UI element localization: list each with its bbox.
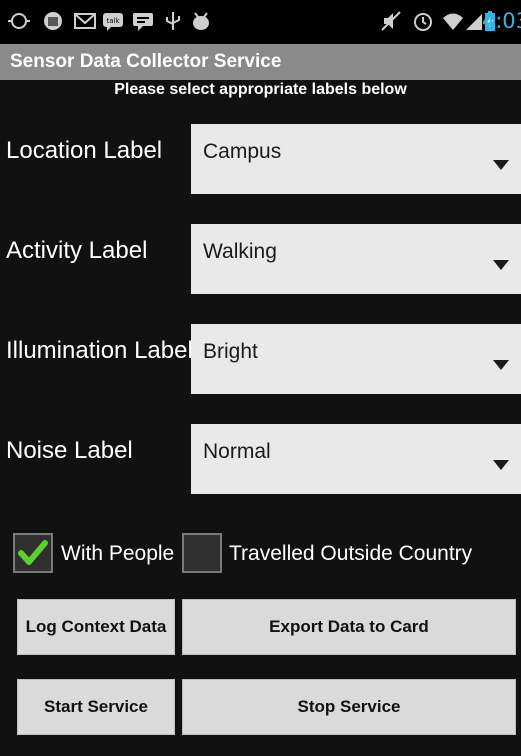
export-data-to-card-button[interactable]: Export Data to Card [182, 599, 516, 655]
svg-text:talk: talk [106, 17, 120, 25]
activity-spinner[interactable]: Walking [191, 224, 521, 294]
gmail-icon [74, 13, 96, 29]
illumination-spinner-value: Bright [203, 340, 258, 363]
alarm-icon [414, 13, 432, 31]
app-screen: talk 4:0 Sensor Data Collector Service P… [0, 0, 521, 756]
illumination-spinner[interactable]: Bright [191, 324, 521, 394]
illumination-label: Illumination Label [6, 337, 193, 364]
instruction-text: Please select appropriate labels below [114, 81, 407, 98]
travelled-outside-country-checkbox[interactable] [182, 533, 222, 573]
talk-icon: talk [103, 13, 123, 31]
wifi-icon [443, 13, 463, 30]
activity-spinner-value: Walking [203, 240, 277, 263]
checkmark-icon [18, 540, 48, 565]
travelled-outside-country-label: Travelled Outside Country [229, 542, 473, 565]
mute-icon [381, 11, 401, 31]
with-people-checkbox[interactable] [13, 533, 53, 573]
app-icon [44, 12, 62, 30]
noise-spinner[interactable]: Normal [191, 424, 521, 494]
dropdown-arrow-icon [493, 260, 509, 270]
log-context-data-button[interactable]: Log Context Data [17, 599, 175, 655]
status-clock: 4:03 [481, 9, 521, 33]
sync-icon [8, 13, 30, 29]
location-label: Location Label [6, 137, 163, 164]
start-service-button[interactable]: Start Service [17, 679, 175, 735]
dropdown-arrow-icon [493, 160, 509, 170]
noise-label: Noise Label [6, 437, 133, 464]
stop-service-button[interactable]: Stop Service [182, 679, 516, 735]
dropdown-arrow-icon [493, 460, 509, 470]
dropdown-arrow-icon [493, 360, 509, 370]
location-spinner-value: Campus [203, 140, 282, 163]
status-bar: talk 4:0 [0, 0, 521, 44]
activity-label: Activity Label [6, 237, 148, 264]
usb-icon [166, 12, 180, 30]
app-title: Sensor Data Collector Service [10, 51, 282, 72]
noise-spinner-value: Normal [203, 440, 271, 463]
location-spinner[interactable]: Campus [191, 124, 521, 194]
with-people-label: With People [61, 542, 175, 565]
chat-icon [133, 13, 153, 31]
app-title-bar: Sensor Data Collector Service [0, 44, 521, 80]
debug-icon [193, 12, 209, 30]
